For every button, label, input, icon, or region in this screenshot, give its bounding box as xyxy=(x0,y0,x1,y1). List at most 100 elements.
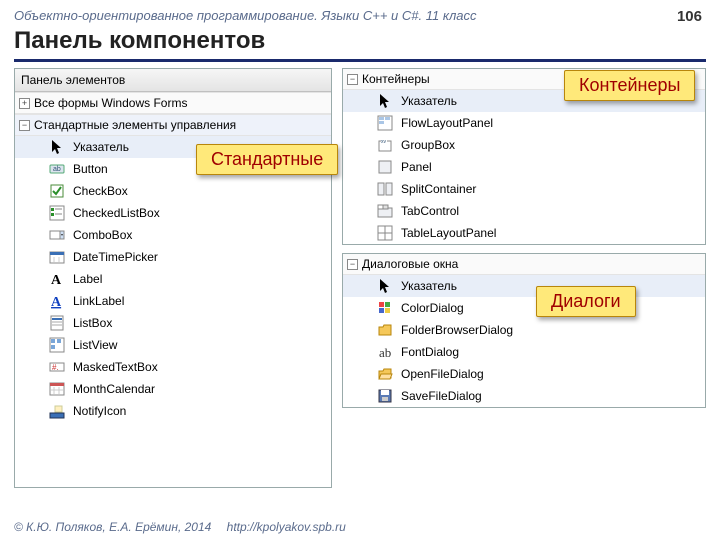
toolbox-item-label: SplitContainer xyxy=(401,182,476,196)
svg-text:ab: ab xyxy=(53,166,61,173)
label-icon: A xyxy=(49,271,65,287)
plus-icon[interactable]: + xyxy=(19,98,30,109)
group-dialogs[interactable]: − Диалоговые окна xyxy=(343,254,705,275)
datetime-icon xyxy=(49,249,65,265)
toolbox-item-masked[interactable]: #. MaskedTextBox xyxy=(15,356,331,378)
page-title: Панель компонентов xyxy=(0,25,720,59)
open-icon xyxy=(377,366,393,382)
toolbox-item-folder[interactable]: FolderBrowserDialog xyxy=(343,319,705,341)
pointer-icon xyxy=(377,278,393,294)
folder-icon xyxy=(377,322,393,338)
toolbox-item-label: ColorDialog xyxy=(401,301,464,315)
group-label: Диалоговые окна xyxy=(362,257,458,271)
title-rule xyxy=(14,59,706,62)
toolbox-item-open[interactable]: OpenFileDialog xyxy=(343,363,705,385)
toolbox-item-label: Указатель xyxy=(401,279,457,293)
toolbox-item-label: ListBox xyxy=(73,316,112,330)
toolbox-item-label: FlowLayoutPanel xyxy=(401,116,493,130)
table-icon xyxy=(377,225,393,241)
toolbox-item-tab[interactable]: TabControl xyxy=(343,200,705,222)
toolbox-item-label: Panel xyxy=(401,160,432,174)
svg-text:A: A xyxy=(51,273,62,287)
svg-text:xv: xv xyxy=(381,139,387,145)
panel-titlebar: Панель элементов xyxy=(15,69,331,92)
toolbox-item-label: CheckedListBox xyxy=(73,206,160,220)
toolbox-item-panel[interactable]: Panel xyxy=(343,156,705,178)
toolbox-item-checkedlist[interactable]: CheckedListBox xyxy=(15,202,331,224)
toolbox-item-color[interactable]: ColorDialog xyxy=(343,297,705,319)
toolbox-item-label: DateTimePicker xyxy=(73,250,158,264)
group-all-forms[interactable]: + Все формы Windows Forms xyxy=(15,92,331,114)
toolbox-item-font[interactable]: ab FontDialog xyxy=(343,341,705,363)
toolbox-item-label[interactable]: A Label xyxy=(15,268,331,290)
toolbox-item-label: FolderBrowserDialog xyxy=(401,323,513,337)
masked-icon: #. xyxy=(49,359,65,375)
listview-icon xyxy=(49,337,65,353)
toolbox-item-label: LinkLabel xyxy=(73,294,124,308)
groupbox-icon: xv xyxy=(377,137,393,153)
toolbox-item-save[interactable]: SaveFileDialog xyxy=(343,385,705,407)
toolbox-item-listbox[interactable]: ListBox xyxy=(15,312,331,334)
pointer-icon xyxy=(49,139,65,155)
toolbox-item-combobox[interactable]: ComboBox xyxy=(15,224,331,246)
footer: © К.Ю. Поляков, Е.А. Ерёмин, 2014 http:/… xyxy=(14,520,346,534)
toolbox-panel-left: Панель элементов + Все формы Windows For… xyxy=(14,68,332,488)
callout-standard: Стандартные xyxy=(196,144,338,175)
group-standard[interactable]: − Стандартные элементы управления xyxy=(15,114,331,136)
save-icon xyxy=(377,388,393,404)
minus-icon[interactable]: − xyxy=(19,120,30,131)
split-icon xyxy=(377,181,393,197)
flow-icon xyxy=(377,115,393,131)
svg-text:#.: #. xyxy=(52,363,59,372)
notify-icon xyxy=(49,403,65,419)
button-icon: ab xyxy=(49,161,65,177)
toolbox-item-label: NotifyIcon xyxy=(73,404,126,418)
panel-icon xyxy=(377,159,393,175)
footer-copyright: © К.Ю. Поляков, Е.А. Ерёмин, 2014 xyxy=(14,520,211,534)
toolbox-item-linklabel[interactable]: A LinkLabel xyxy=(15,290,331,312)
toolbox-item-label: Указатель xyxy=(73,140,129,154)
callout-containers: Контейнеры xyxy=(564,70,695,101)
footer-url: http://kpolyakov.spb.ru xyxy=(227,520,346,534)
toolbox-item-label: ComboBox xyxy=(73,228,132,242)
toolbox-item-label: Button xyxy=(73,162,108,176)
toolbox-item-listview[interactable]: ListView xyxy=(15,334,331,356)
color-icon xyxy=(377,300,393,316)
svg-text:ab: ab xyxy=(379,345,391,360)
tab-icon xyxy=(377,203,393,219)
toolbox-item-label: TableLayoutPanel xyxy=(401,226,496,240)
toolbox-item-label: OpenFileDialog xyxy=(401,367,484,381)
minus-icon[interactable]: − xyxy=(347,259,358,270)
toolbox-item-label: GroupBox xyxy=(401,138,455,152)
group-label: Все формы Windows Forms xyxy=(34,96,187,110)
slide-caption: Объектно-ориентированное программировани… xyxy=(0,0,720,25)
toolbox-item-label: Label xyxy=(73,272,102,286)
linklabel-icon: A xyxy=(49,293,65,309)
toolbox-item-notify[interactable]: NotifyIcon xyxy=(15,400,331,422)
toolbox-item-label: FontDialog xyxy=(401,345,459,359)
toolbox-item-split[interactable]: SplitContainer xyxy=(343,178,705,200)
toolbox-item-label: SaveFileDialog xyxy=(401,389,482,403)
svg-text:A: A xyxy=(51,295,62,309)
toolbox-item-label: Указатель xyxy=(401,94,457,108)
checkbox-icon xyxy=(49,183,65,199)
page-number: 106 xyxy=(677,8,702,25)
pointer-icon xyxy=(377,93,393,109)
minus-icon[interactable]: − xyxy=(347,74,358,85)
group-label: Стандартные элементы управления xyxy=(34,118,236,132)
toolbox-item-checkbox[interactable]: CheckBox xyxy=(15,180,331,202)
toolbox-panel-dialogs: − Диалоговые окна Указатель ColorDialog Fo… xyxy=(342,253,706,408)
calendar-icon xyxy=(49,381,65,397)
toolbox-item-label: MaskedTextBox xyxy=(73,360,158,374)
toolbox-item-table[interactable]: TableLayoutPanel xyxy=(343,222,705,244)
group-label: Контейнеры xyxy=(362,72,430,86)
toolbox-item-groupbox[interactable]: xv GroupBox xyxy=(343,134,705,156)
combobox-icon xyxy=(49,227,65,243)
toolbox-item-flow[interactable]: FlowLayoutPanel xyxy=(343,112,705,134)
toolbox-item-label: MonthCalendar xyxy=(73,382,155,396)
toolbox-item-datetime[interactable]: DateTimePicker xyxy=(15,246,331,268)
toolbox-item-label: ListView xyxy=(73,338,117,352)
toolbox-item-calendar[interactable]: MonthCalendar xyxy=(15,378,331,400)
callout-dialogs: Диалоги xyxy=(536,286,636,317)
toolbox-item-pointer[interactable]: Указатель xyxy=(343,275,705,297)
